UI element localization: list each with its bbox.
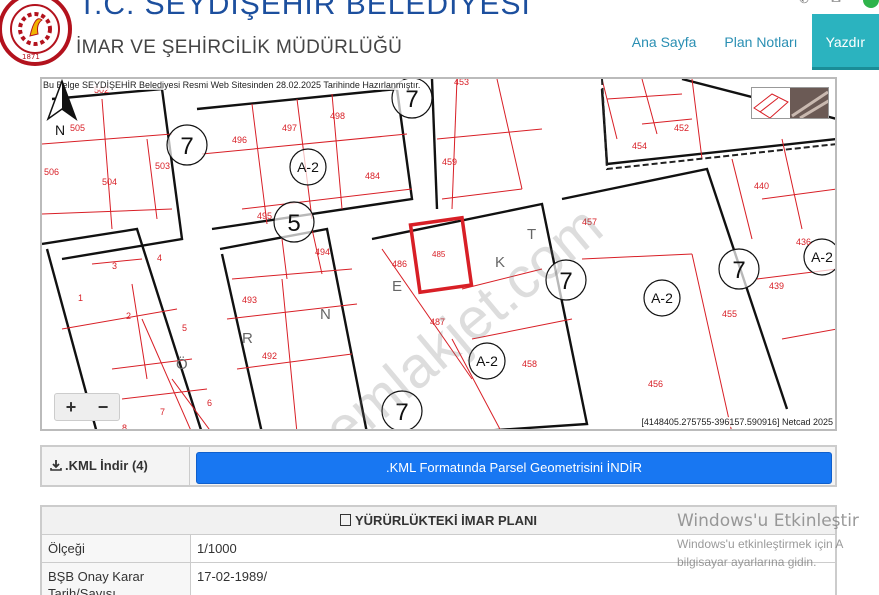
zone-label: 7: [180, 133, 193, 160]
parcel-label-498: 498: [330, 111, 345, 121]
row-key-scale: Ölçeği: [42, 535, 191, 562]
zoning-plan-heading-text: YÜRÜRLÜKTEKİ İMAR PLANI: [355, 513, 537, 528]
zone-label: 7: [405, 86, 418, 113]
parcel-label-504: 504: [102, 177, 117, 187]
layer-thumbnail-icon: [752, 88, 828, 118]
parcel-label-7: 7: [160, 407, 165, 417]
site-title: T.C. SEYDİŞEHİR BELEDİYESİ: [78, 0, 531, 21]
gear-icon: [18, 12, 52, 46]
parcel-label-436: 436: [796, 237, 811, 247]
street-letter: Ö: [176, 355, 188, 373]
north-arrow-icon: N: [46, 79, 78, 137]
parcel-label-486: 486: [392, 259, 407, 269]
parcel-label-484: 484: [365, 171, 380, 181]
parcel-map[interactable]: 7 A-2 5 7 7 A-2 7 A-2 7 A-2 502 505 496 497 498 453 452…: [40, 77, 837, 431]
windows-activation-watermark: Windows'u Etkinleştir Windows'u etkinleş…: [677, 511, 859, 569]
parcel-label-1: 1: [78, 293, 83, 303]
logo-emblem: [10, 4, 60, 54]
parcel-label-439: 439: [769, 281, 784, 291]
parcel-label-452: 452: [674, 123, 689, 133]
kml-download-row: .KML İndir (4) .KML Formatında Parsel Ge…: [40, 445, 837, 487]
parcel-label-496: 496: [232, 135, 247, 145]
kml-label-text: .KML İndir: [65, 458, 129, 473]
parcel-label-503: 503: [155, 161, 170, 171]
kml-download-button[interactable]: .KML Formatında Parsel Geometrisini İNDİ…: [196, 452, 832, 484]
map-caption: Bu Belge SEYDİŞEHİR Belediyesi Resmi Web…: [43, 80, 421, 90]
phone-icon[interactable]: ✆: [799, 0, 813, 6]
parcel-label-492: 492: [262, 351, 277, 361]
document-icon: [340, 514, 351, 526]
logo-year: 1871: [22, 53, 40, 61]
parcel-label-454: 454: [632, 141, 647, 151]
nav-print[interactable]: Yazdır: [811, 14, 879, 70]
parcel-label-440: 440: [754, 181, 769, 191]
parcel-label-456: 456: [648, 379, 663, 389]
watermark-line-2: Windows'u etkinleştirmek için A: [677, 537, 844, 551]
top-icons: ✆ ✉: [799, 0, 879, 8]
nav-plan-notes[interactable]: Plan Notları: [710, 34, 811, 50]
parcel-label-506: 506: [44, 167, 59, 177]
street-letter: N: [320, 306, 331, 323]
parcel-label-459: 459: [442, 157, 457, 167]
parcel-label-5: 5: [182, 323, 187, 333]
whatsapp-icon[interactable]: [863, 0, 879, 8]
parcel-label-453: 453: [454, 79, 469, 87]
watermark-line-1: Windows'u Etkinleştir: [677, 511, 859, 531]
parcel-label-494: 494: [315, 247, 330, 257]
site-subtitle: İMAR VE ŞEHİRCİLİK MÜDÜRLÜĞÜ: [76, 37, 403, 58]
parcel-label-455: 455: [722, 309, 737, 319]
parcel-label-3: 3: [112, 261, 117, 271]
page: 1871 T.C. SEYDİŞEHİR BELEDİYESİ İMAR VE …: [0, 0, 879, 595]
layer-switcher[interactable]: [751, 87, 829, 119]
zone-label: 7: [732, 257, 745, 284]
nav-home[interactable]: Ana Sayfa: [618, 34, 711, 50]
parcel-label-493: 493: [242, 295, 257, 305]
parcel-label-8: 8: [122, 423, 127, 431]
zone-label: A-2: [297, 159, 319, 175]
north-label: N: [55, 122, 65, 137]
parcel-label-6: 6: [207, 398, 212, 408]
street-letter: E: [392, 278, 402, 295]
zoom-in-button[interactable]: +: [55, 394, 87, 420]
main-nav: Ana Sayfa Plan Notları Yazdır: [618, 14, 879, 70]
parcel-label-497: 497: [282, 123, 297, 133]
parcel-label-495: 495: [257, 211, 272, 221]
zone-label: A-2: [651, 290, 673, 306]
parcel-label-458: 458: [522, 359, 537, 369]
mail-icon[interactable]: ✉: [831, 0, 845, 6]
map-coordinates: [4148405.275755-396157.590916] Netcad 20…: [641, 417, 833, 427]
map-canvas[interactable]: 7A-2577A-27A-27 A-2 502505496497498453452…: [42, 79, 837, 431]
parcel-label-2: 2: [126, 311, 131, 321]
zone-label: 5: [287, 210, 300, 237]
download-icon: [50, 460, 62, 471]
parcel-label-4: 4: [157, 253, 162, 263]
parcel-label-485: 485: [432, 250, 446, 259]
zoom-control: + −: [54, 393, 120, 421]
watermark-line-3: bilgisayar ayarlarına gidin.: [677, 555, 817, 569]
zone-label: A-2: [811, 249, 833, 265]
municipality-logo[interactable]: 1871: [0, 0, 72, 66]
row-key-approval: BŞB Onay Karar Tarih/Sayısı: [42, 563, 191, 595]
street-letter: R: [242, 330, 253, 347]
kml-label: .KML İndir (4): [42, 447, 190, 485]
kml-footnote: (4): [131, 458, 148, 473]
zoom-out-button[interactable]: −: [87, 394, 119, 420]
site-header: 1871 T.C. SEYDİŞEHİR BELEDİYESİ İMAR VE …: [0, 0, 879, 72]
